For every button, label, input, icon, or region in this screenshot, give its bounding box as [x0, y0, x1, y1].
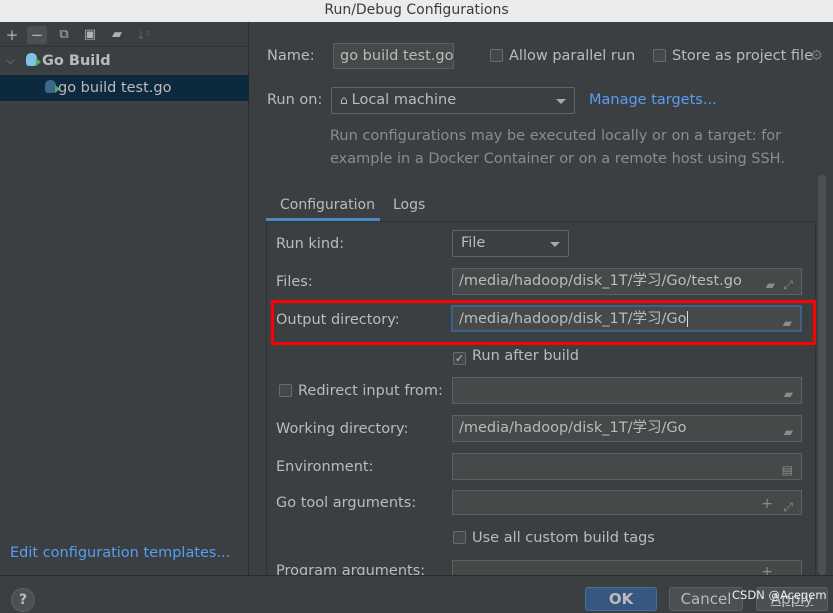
- sort-az-icon[interactable]: ↓ᶻ: [133, 26, 153, 44]
- run-after-build-checkbox[interactable]: ✓ Run after build: [453, 348, 579, 365]
- expand-icon[interactable]: ⤢: [783, 273, 793, 298]
- scrollbar[interactable]: [818, 175, 826, 575]
- allow-parallel-checkbox[interactable]: Allow parallel run: [490, 48, 635, 64]
- folder-icon[interactable]: ▰: [766, 273, 775, 298]
- program-arguments-row: Program arguments: +: [260, 560, 820, 575]
- folder-icon[interactable]: ▰: [784, 382, 793, 407]
- expand-icon[interactable]: ⤢: [783, 495, 793, 520]
- run-on-value: Local machine: [351, 92, 457, 108]
- gear-icon[interactable]: ⚙: [810, 48, 823, 64]
- files-label: Files:: [276, 274, 313, 290]
- run-on-label: Run on:: [267, 92, 323, 108]
- custom-build-tags-checkbox[interactable]: Use all custom build tags: [453, 530, 655, 546]
- run-kind-select[interactable]: File: [452, 230, 569, 257]
- environment-label: Environment:: [276, 459, 374, 475]
- go-tool-arguments-label: Go tool arguments:: [276, 495, 417, 511]
- chevron-down-icon: [550, 242, 560, 247]
- working-directory-input[interactable]: /media/hadoop/disk_1T/学习/Go ▰: [452, 415, 802, 442]
- edit-templates-link[interactable]: Edit configuration templates...: [10, 545, 230, 561]
- tree-item-label: go build test.go: [58, 80, 172, 96]
- store-project-checkbox[interactable]: Store as project file: [653, 48, 813, 64]
- run-kind-value: File: [461, 235, 486, 251]
- manage-targets-link[interactable]: Manage targets...: [589, 92, 717, 108]
- plus-icon[interactable]: +: [2, 26, 22, 44]
- watermark: CSDN @Acegem: [732, 588, 827, 602]
- files-input[interactable]: /media/hadoop/disk_1T/学习/Go/test.go ▰ ⤢: [452, 268, 802, 295]
- tab-logs[interactable]: Logs: [393, 197, 425, 213]
- tree-item[interactable]: go build test.go: [0, 75, 249, 101]
- name-label: Name:: [267, 48, 315, 64]
- environment-input[interactable]: ▤: [452, 453, 802, 480]
- tab-configuration[interactable]: Configuration: [280, 197, 375, 213]
- ok-button[interactable]: OK: [585, 587, 657, 611]
- plus-icon[interactable]: +: [761, 560, 773, 575]
- files-value: /media/hadoop/disk_1T/学习/Go/test.go: [459, 273, 742, 289]
- tree-group-go-build[interactable]: ⌵ Go Build: [0, 48, 249, 74]
- name-input[interactable]: go build test.go: [333, 43, 454, 69]
- output-directory-value: /media/hadoop/disk_1T/学习/Go: [459, 311, 687, 327]
- help-text: example in a Docker Container or on a re…: [330, 151, 785, 167]
- folder-add-icon[interactable]: ▰: [107, 26, 127, 44]
- redirect-input-checkbox[interactable]: Redirect input from:: [279, 383, 443, 399]
- working-directory-value: /media/hadoop/disk_1T/学习/Go: [459, 420, 687, 436]
- help-button[interactable]: ?: [11, 588, 35, 612]
- chevron-down-icon: [556, 99, 566, 104]
- plus-icon[interactable]: +: [761, 492, 773, 517]
- save-icon[interactable]: ▣: [80, 26, 100, 44]
- gopher-icon: [45, 80, 60, 93]
- config-tree-panel: + − ⧉ ▣ ▰ ↓ᶻ: [0, 22, 249, 575]
- tree-group-label: Go Build: [42, 53, 111, 69]
- output-directory-label: Output directory:: [276, 312, 400, 328]
- checkbox[interactable]: [453, 531, 466, 544]
- home-icon: ⌂: [340, 93, 348, 107]
- checkbox[interactable]: [279, 384, 292, 397]
- program-arguments-input[interactable]: +: [452, 560, 802, 575]
- folder-icon[interactable]: ▰: [784, 420, 793, 445]
- divider: [0, 46, 249, 47]
- run-on-select[interactable]: ⌂ Local machine: [331, 87, 575, 114]
- working-directory-label: Working directory:: [276, 421, 409, 437]
- help-text: Run configurations may be executed local…: [330, 128, 782, 144]
- checkbox[interactable]: [653, 49, 666, 62]
- go-tool-arguments-input[interactable]: + ⤢: [452, 490, 802, 515]
- output-directory-input[interactable]: /media/hadoop/disk_1T/学习/Go ▰: [451, 305, 802, 332]
- folder-icon[interactable]: ▰: [783, 311, 792, 336]
- minus-icon[interactable]: −: [27, 26, 47, 44]
- program-arguments-label: Program arguments:: [276, 563, 426, 575]
- text-cursor: [687, 311, 689, 327]
- window-title: Run/Debug Configurations: [0, 0, 833, 22]
- run-kind-label: Run kind:: [276, 236, 345, 252]
- check-icon[interactable]: ✓: [453, 352, 466, 365]
- redirect-input-field[interactable]: ▰: [452, 377, 802, 404]
- document-icon[interactable]: ▤: [782, 458, 793, 483]
- checkbox[interactable]: [490, 49, 503, 62]
- copy-icon[interactable]: ⧉: [54, 26, 74, 44]
- chevron-down-icon[interactable]: ⌵: [6, 48, 14, 74]
- gopher-icon: [26, 53, 41, 66]
